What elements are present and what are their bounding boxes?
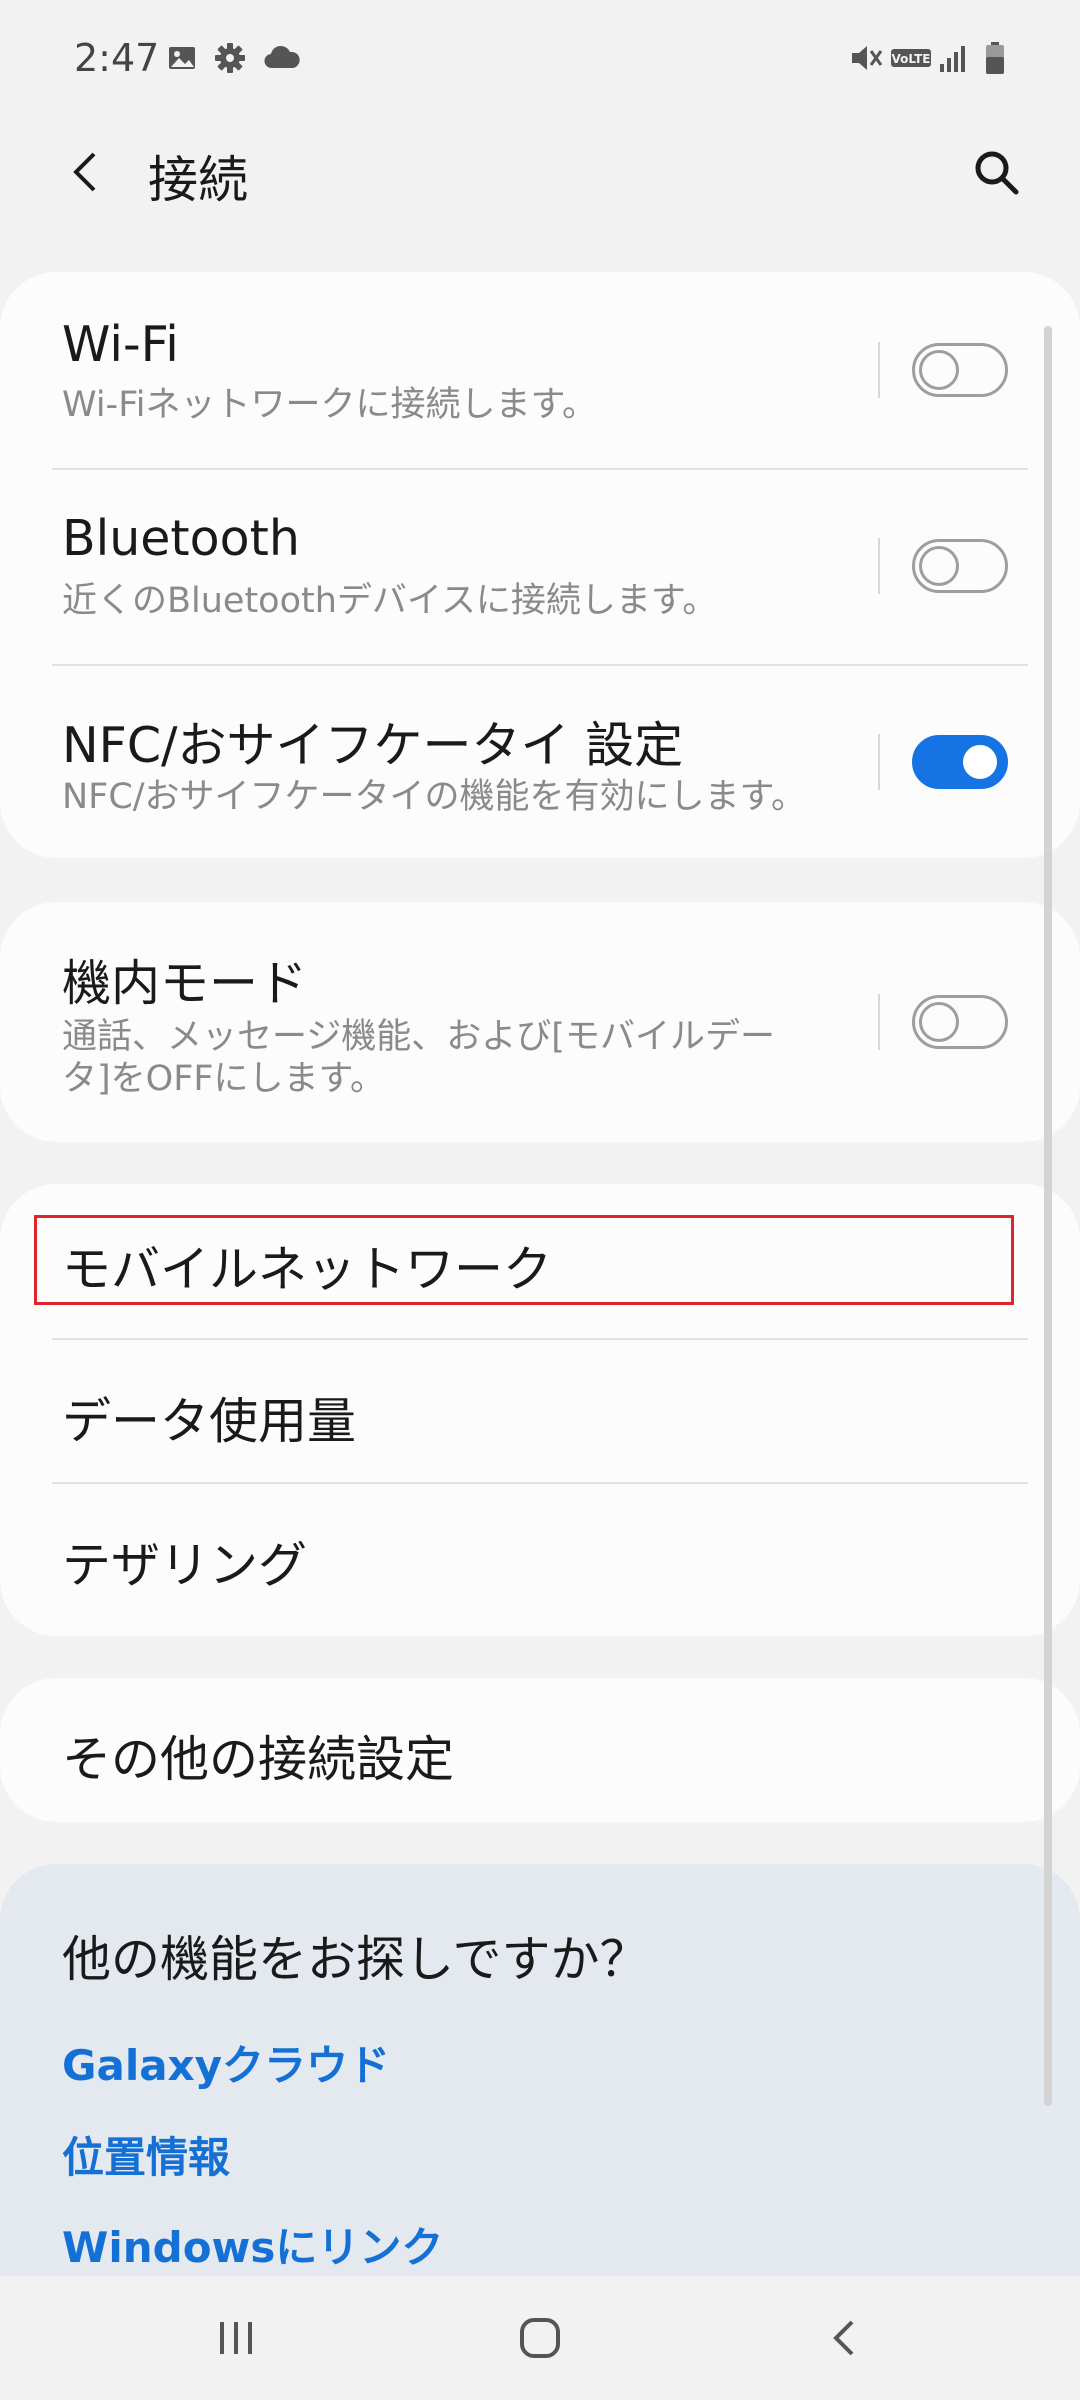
wifi-separator — [878, 342, 880, 398]
home-icon — [520, 2318, 560, 2358]
nfc-separator — [878, 734, 880, 790]
status-time: 2:47 — [74, 36, 160, 80]
volte-icon: VoLTE — [891, 49, 931, 67]
bluetooth-title: Bluetooth — [62, 510, 300, 567]
back-arrow-icon — [73, 152, 96, 192]
gear-icon — [215, 43, 245, 73]
location-link[interactable]: 位置情報 — [62, 2124, 230, 2185]
wifi-row[interactable]: Wi-Fi Wi-Fiネットワークに接続します。 — [0, 272, 1080, 468]
bluetooth-toggle[interactable] — [912, 539, 1008, 593]
back-nav-icon — [833, 2320, 854, 2356]
recent-apps-button[interactable] — [196, 2298, 276, 2378]
image-icon — [169, 47, 195, 69]
search-button[interactable] — [966, 142, 1026, 202]
galaxy-cloud-link[interactable]: Galaxyクラウド — [62, 2032, 390, 2093]
connection-card: Wi-Fi Wi-Fiネットワークに接続します。 Bluetooth 近くのBl… — [0, 272, 1080, 858]
airplane-row[interactable]: 機内モード 通話、メッセージ機能、および[モバイルデータ]をOFFにします。 — [0, 902, 1080, 1142]
data-usage-row[interactable]: データ使用量 — [0, 1340, 1080, 1484]
nfc-subtitle: NFC/おサイフケータイの機能を有効にします。 — [62, 777, 807, 817]
page-title: 接続 — [148, 151, 248, 209]
airplane-card: 機内モード 通話、メッセージ機能、および[モバイルデータ]をOFFにします。 — [0, 902, 1080, 1142]
highlight-box — [34, 1215, 1014, 1305]
search-icon — [975, 151, 1019, 195]
scrollbar[interactable] — [1044, 326, 1052, 2106]
tethering-label: テザリング — [62, 1537, 308, 1594]
nfc-toggle[interactable] — [912, 735, 1008, 789]
other-settings-row[interactable]: その他の接続設定 — [0, 1678, 1080, 1822]
back-button[interactable] — [56, 142, 116, 202]
bluetooth-subtitle: 近くのBluetoothデバイスに接続します。 — [62, 581, 718, 621]
home-button[interactable] — [500, 2298, 580, 2378]
navigation-bar — [0, 2276, 1080, 2400]
airplane-title: 機内モード — [62, 955, 308, 1012]
back-nav-button[interactable] — [804, 2298, 884, 2378]
cloud-icon — [264, 45, 300, 69]
wifi-toggle[interactable] — [912, 343, 1008, 397]
svg-text:VoLTE: VoLTE — [892, 52, 931, 66]
link-to-windows-link[interactable]: Windowsにリンク — [62, 2214, 443, 2275]
app-header: 接続 — [0, 124, 1080, 294]
mute-vibrate-icon — [852, 46, 883, 70]
data-usage-label: データ使用量 — [62, 1393, 357, 1450]
suggestions-title: 他の機能をお探しですか？ — [62, 1931, 649, 1988]
other-settings-label: その他の接続設定 — [62, 1731, 455, 1788]
nfc-row[interactable]: NFC/おサイフケータイ 設定 NFC/おサイフケータイの機能を有効にします。 — [0, 666, 1080, 858]
airplane-subtitle: 通話、メッセージ機能、および[モバイルデータ]をOFFにします。 — [62, 1017, 775, 1099]
status-bar: 2:47 VoLTE — [0, 0, 1080, 124]
suggestions-card: 他の機能をお探しですか？ Galaxyクラウド 位置情報 Windowsにリンク — [0, 1864, 1080, 2284]
bluetooth-separator — [878, 538, 880, 594]
wifi-subtitle: Wi-Fiネットワークに接続します。 — [62, 385, 598, 425]
airplane-separator — [878, 994, 880, 1050]
bluetooth-row[interactable]: Bluetooth 近くのBluetoothデバイスに接続します。 — [0, 470, 1080, 664]
tethering-row[interactable]: テザリング — [0, 1484, 1080, 1636]
wifi-title: Wi-Fi — [62, 316, 179, 373]
recent-apps-icon — [220, 2322, 252, 2354]
signal-icon — [940, 46, 965, 72]
other-settings-card: その他の接続設定 — [0, 1678, 1080, 1822]
nfc-title: NFC/おサイフケータイ 設定 — [62, 717, 684, 774]
battery-icon — [986, 42, 1004, 74]
airplane-toggle[interactable] — [912, 995, 1008, 1049]
